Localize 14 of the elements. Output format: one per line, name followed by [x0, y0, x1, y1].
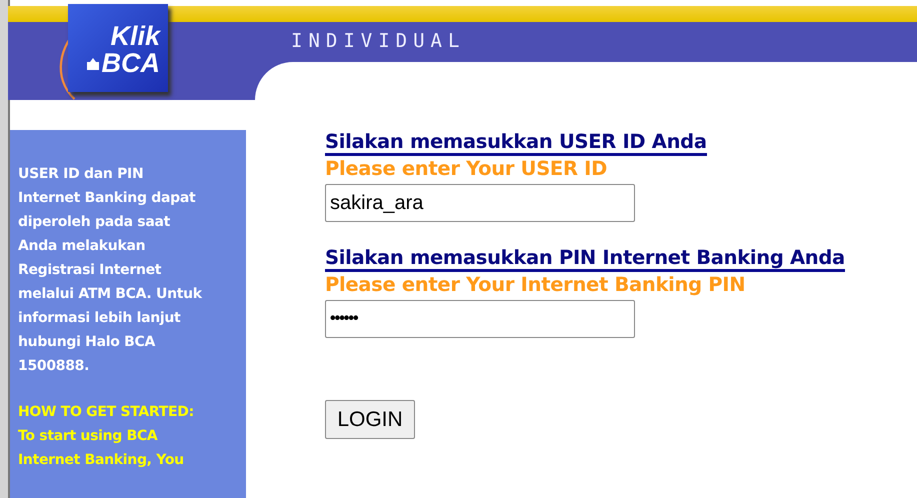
logo-text: BCA [102, 50, 160, 77]
pin-field[interactable]: •••••• [325, 300, 635, 338]
info-text: USER ID dan PIN Internet Banking dapat diperoleh pada saat Anda melakukan Registrasi Internet melalui ATM BCA. Untuk informasi lebih lanjut hubungi Halo BCA 1500888. [18, 165, 204, 376]
section-title: INDIVIDUAL [290, 29, 466, 54]
logo-tile[interactable]: Klik BCA [68, 4, 168, 92]
emblem-icon [86, 56, 100, 70]
field-hint: Please enter Your Internet Banking PIN [325, 272, 746, 298]
guide-text: HOW TO GET STARTED: To start using BCA Internet Banking, You [18, 403, 195, 470]
input-field[interactable]: sakira_ara [325, 184, 635, 222]
logo-text: Klik [110, 23, 160, 50]
login-button[interactable]: LOGIN [325, 400, 415, 439]
field-label: Silakan memasukkan USER ID Anda [325, 130, 707, 153]
field-hint: Please enter Your USER ID [325, 156, 608, 182]
field-label: Silakan memasukkan PIN Internet Banking Anda [325, 246, 845, 269]
